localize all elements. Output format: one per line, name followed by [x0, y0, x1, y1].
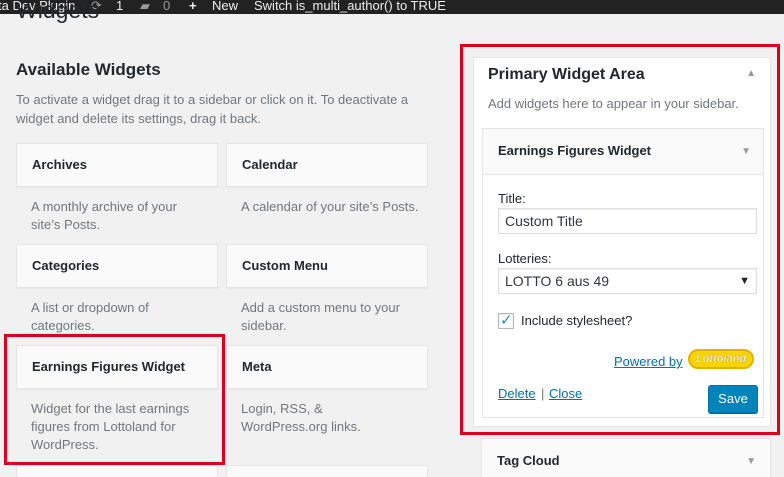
lotteries-selected-value: LOTTO 6 aus 49	[505, 273, 610, 289]
collapse-arrow-icon[interactable]: ▲	[746, 68, 756, 79]
title-label: Title:	[498, 191, 526, 206]
highlight-box	[4, 334, 225, 465]
powered-by-link[interactable]: Powered by	[614, 354, 683, 369]
page-title: Widgets	[16, 4, 100, 23]
sidebar-description: Add widgets here to appear in your sideb…	[488, 96, 739, 111]
widget-title: Custom Menu	[242, 258, 328, 273]
comments-count[interactable]: 0	[163, 0, 170, 14]
stylesheet-checkbox[interactable]: ✓	[498, 312, 514, 329]
available-widgets-heading: Available Widgets	[16, 60, 161, 79]
dropdown-arrow-icon: ▼	[739, 275, 750, 287]
earnings-widget-panel: Earnings Figures Widget ▼ Title: Custom …	[482, 128, 764, 418]
expand-arrow-icon[interactable]: ▼	[741, 146, 751, 157]
widget-title: Calendar	[242, 157, 298, 172]
widget-partial[interactable]	[16, 465, 218, 477]
widget-categories[interactable]: Categories	[16, 244, 218, 288]
custom-admin-link[interactable]: Switch is_multi_author() to TRUE	[254, 0, 446, 14]
close-link[interactable]: Close	[549, 386, 582, 401]
sidebar-title[interactable]: Primary Widget Area	[488, 66, 645, 84]
stylesheet-label: Include stylesheet?	[521, 313, 633, 328]
widget-title: Earnings Figures Widget	[498, 143, 652, 158]
primary-widget-area: Primary Widget Area ▲ Add widgets here t…	[473, 57, 771, 427]
widget-header[interactable]: Earnings Figures Widget ▼	[483, 129, 763, 175]
delete-link[interactable]: Delete	[498, 386, 536, 401]
widget-title: Meta	[242, 359, 272, 374]
widget-description: A calendar of your site’s Posts.	[241, 199, 419, 214]
widget-archives[interactable]: Archives	[16, 143, 218, 187]
available-widgets-description: To activate a widget drag it to a sideba…	[16, 92, 409, 126]
widget-title: Archives	[32, 157, 87, 172]
save-button[interactable]: Save	[708, 385, 758, 413]
checkmark-icon: ✓	[500, 312, 513, 329]
lotteries-select[interactable]: LOTTO 6 aus 49 ▼	[498, 268, 757, 294]
tag-cloud-title: Tag Cloud	[497, 453, 560, 468]
widget-description: A list or dropdown of categories.	[31, 300, 149, 333]
updates-count[interactable]: 1	[116, 0, 123, 14]
widget-custom-menu[interactable]: Custom Menu	[226, 244, 428, 288]
widget-title: Categories	[32, 258, 100, 273]
lotteries-label: Lotteries:	[498, 251, 552, 266]
comment-icon: ▰	[140, 0, 150, 13]
widget-partial[interactable]	[226, 465, 428, 477]
widget-description: Add a custom menu to your sidebar.	[241, 300, 400, 333]
link-separator: |	[541, 386, 545, 401]
admin-bar: ta Dev Plugin ⟳ 1 ▰ 0 + New Switch is_mu…	[0, 0, 784, 14]
lottoland-logo[interactable]: Lottoland	[688, 349, 754, 369]
widget-meta[interactable]: Meta	[226, 345, 428, 389]
title-input[interactable]: Custom Title	[498, 208, 757, 234]
widget-calendar[interactable]: Calendar	[226, 143, 428, 187]
plus-icon: +	[189, 0, 197, 13]
widget-description: Login, RSS, & WordPress.org links.	[241, 401, 361, 434]
expand-arrow-icon[interactable]: ▼	[746, 456, 756, 467]
tag-cloud-widget-area[interactable]: Tag Cloud ▼	[481, 438, 771, 477]
widget-description: A monthly archive of your site’s Posts.	[31, 199, 177, 232]
new-link[interactable]: New	[212, 0, 238, 14]
